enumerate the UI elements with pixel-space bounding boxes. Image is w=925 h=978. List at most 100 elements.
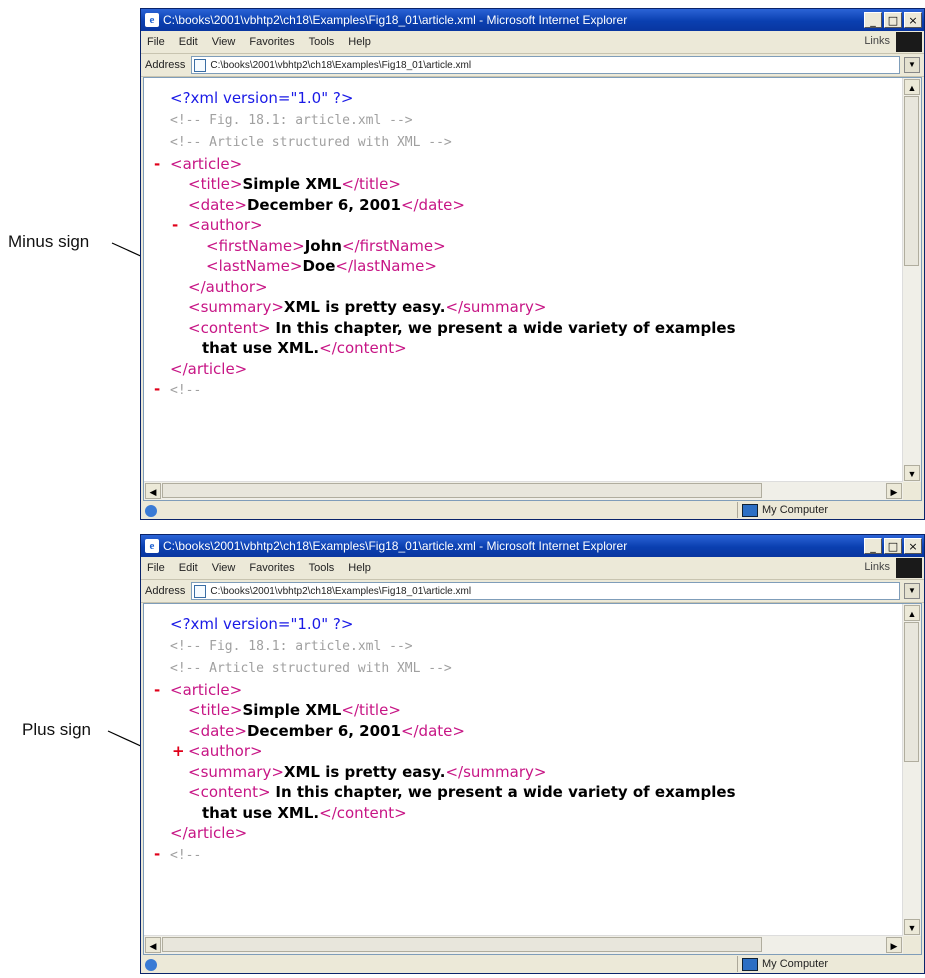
- trailing-comment: - <!--: [154, 844, 202, 865]
- minimize-button[interactable]: _: [864, 538, 882, 554]
- window-title: C:\books\2001\vbhtp2\ch18\Examples\Fig18…: [163, 13, 628, 27]
- plus-sign-callout: Plus sign: [22, 720, 91, 739]
- address-input[interactable]: C:\books\2001\vbhtp2\ch18\Examples\Fig18…: [191, 56, 900, 74]
- xml-comment: <!-- Fig. 18.1: article.xml -->: [170, 112, 413, 128]
- horizontal-scrollbar[interactable]: ◀ ▶: [144, 935, 903, 954]
- maximize-button[interactable]: □: [884, 538, 902, 554]
- content-node: <content> In this chapter, we present a …: [188, 783, 736, 801]
- expand-toggle[interactable]: +: [172, 741, 185, 762]
- close-button[interactable]: ×: [904, 12, 922, 28]
- scroll-up-icon[interactable]: ▲: [904, 605, 920, 621]
- windows-logo-icon: [896, 558, 922, 578]
- maximize-button[interactable]: □: [884, 12, 902, 28]
- page-icon: [194, 584, 207, 598]
- title-node: <title>Simple XML</title>: [188, 175, 401, 193]
- scroll-right-icon[interactable]: ▶: [886, 937, 902, 953]
- links-button[interactable]: Links: [864, 561, 890, 573]
- document-area: <?xml version="1.0" ?> <!-- Fig. 18.1: a…: [143, 77, 922, 501]
- menu-file[interactable]: File: [147, 36, 165, 48]
- trailing-comment: - <!--: [154, 379, 202, 400]
- title-bar[interactable]: e C:\books\2001\vbhtp2\ch18\Examples\Fig…: [141, 9, 924, 31]
- menu-tools[interactable]: Tools: [309, 562, 335, 574]
- menu-tools[interactable]: Tools: [309, 36, 335, 48]
- scroll-down-icon[interactable]: ▼: [904, 465, 920, 481]
- minimize-button[interactable]: _: [864, 12, 882, 28]
- scroll-thumb[interactable]: [904, 96, 919, 266]
- links-button[interactable]: Links: [864, 35, 890, 47]
- address-value: C:\books\2001\vbhtp2\ch18\Examples\Fig18…: [210, 59, 472, 71]
- vertical-scrollbar[interactable]: ▲ ▼: [902, 78, 921, 482]
- horizontal-scrollbar[interactable]: ◀ ▶: [144, 481, 903, 500]
- menu-bar: File Edit View Favorites Tools Help Link…: [141, 31, 924, 54]
- status-bar: My Computer: [141, 501, 924, 521]
- content-node-cont: that use XML.</content>: [202, 339, 407, 357]
- menu-bar: File Edit View Favorites Tools Help Link…: [141, 557, 924, 580]
- xml-tree: <?xml version="1.0" ?> <!-- Fig. 18.1: a…: [144, 604, 901, 954]
- menu-edit[interactable]: Edit: [179, 36, 198, 48]
- security-zone: My Computer: [737, 956, 912, 972]
- article-node: - <article>: [154, 154, 243, 175]
- address-label: Address: [145, 59, 186, 71]
- address-input[interactable]: C:\books\2001\vbhtp2\ch18\Examples\Fig18…: [191, 582, 900, 600]
- scroll-left-icon[interactable]: ◀: [145, 483, 161, 499]
- xml-comment: <!-- Article structured with XML -->: [170, 661, 452, 676]
- menu-edit[interactable]: Edit: [179, 562, 198, 574]
- title-node: <title>Simple XML</title>: [188, 701, 401, 719]
- internet-explorer-icon: e: [145, 539, 159, 553]
- scroll-up-icon[interactable]: ▲: [904, 79, 920, 95]
- scroll-corner: [903, 936, 921, 954]
- menu-favorites[interactable]: Favorites: [249, 562, 294, 574]
- author-node-collapsed: + <author>: [172, 741, 263, 762]
- browser-window-expanded: e C:\books\2001\vbhtp2\ch18\Examples\Fig…: [140, 8, 925, 520]
- xml-comment: <!-- Article structured with XML -->: [170, 135, 452, 150]
- article-node: - <article>: [154, 680, 243, 701]
- minus-sign-callout: Minus sign: [8, 232, 90, 251]
- done-icon: [145, 505, 157, 517]
- computer-icon: [742, 957, 758, 971]
- article-close: </article>: [170, 824, 248, 842]
- scroll-thumb[interactable]: [904, 622, 919, 762]
- xml-comment: <!-- Fig. 18.1: article.xml -->: [170, 638, 413, 654]
- zone-label: My Computer: [762, 958, 829, 970]
- content-node-cont: that use XML.</content>: [202, 803, 407, 822]
- window-title: C:\books\2001\vbhtp2\ch18\Examples\Fig18…: [163, 539, 628, 553]
- close-button[interactable]: ×: [904, 538, 922, 554]
- menu-favorites[interactable]: Favorites: [249, 36, 294, 48]
- content-node: <content> In this chapter, we present a …: [188, 318, 736, 337]
- scroll-left-icon[interactable]: ◀: [145, 937, 161, 953]
- menu-view[interactable]: View: [212, 562, 236, 574]
- summary-node: <summary>XML is pretty easy.</summary>: [188, 298, 547, 316]
- article-close: </article>: [170, 359, 248, 378]
- scroll-thumb[interactable]: [162, 483, 762, 498]
- xml-tree: <?xml version="1.0" ?> <!-- Fig. 18.1: a…: [144, 78, 901, 500]
- collapse-toggle[interactable]: -: [154, 680, 160, 701]
- browser-window-collapsed: e C:\books\2001\vbhtp2\ch18\Examples\Fig…: [140, 534, 925, 974]
- windows-logo-icon: [896, 32, 922, 52]
- author-close: </author>: [188, 277, 268, 296]
- xml-declaration: <?xml version="1.0" ?>: [170, 615, 354, 633]
- address-value: C:\books\2001\vbhtp2\ch18\Examples\Fig18…: [210, 585, 472, 597]
- address-dropdown-button[interactable]: ▼: [904, 57, 920, 73]
- collapse-toggle[interactable]: -: [154, 154, 160, 175]
- scroll-thumb[interactable]: [162, 937, 762, 952]
- scroll-corner: [903, 482, 921, 500]
- collapse-toggle[interactable]: -: [154, 844, 160, 865]
- collapse-toggle[interactable]: -: [154, 379, 160, 400]
- lastname-node: <lastName>Doe</lastName>: [206, 257, 437, 275]
- title-bar[interactable]: e C:\books\2001\vbhtp2\ch18\Examples\Fig…: [141, 535, 924, 557]
- address-dropdown-button[interactable]: ▼: [904, 583, 920, 599]
- page-icon: [194, 58, 207, 72]
- scroll-down-icon[interactable]: ▼: [904, 919, 920, 935]
- collapse-toggle[interactable]: -: [172, 215, 178, 236]
- scroll-right-icon[interactable]: ▶: [886, 483, 902, 499]
- xml-declaration: <?xml version="1.0" ?>: [170, 89, 354, 107]
- vertical-scrollbar[interactable]: ▲ ▼: [902, 604, 921, 936]
- summary-node: <summary>XML is pretty easy.</summary>: [188, 762, 547, 781]
- menu-help[interactable]: Help: [348, 36, 371, 48]
- menu-file[interactable]: File: [147, 562, 165, 574]
- address-label: Address: [145, 585, 186, 597]
- done-icon: [145, 959, 157, 971]
- menu-help[interactable]: Help: [348, 562, 371, 574]
- menu-view[interactable]: View: [212, 36, 236, 48]
- date-node: <date>December 6, 2001</date>: [188, 195, 465, 214]
